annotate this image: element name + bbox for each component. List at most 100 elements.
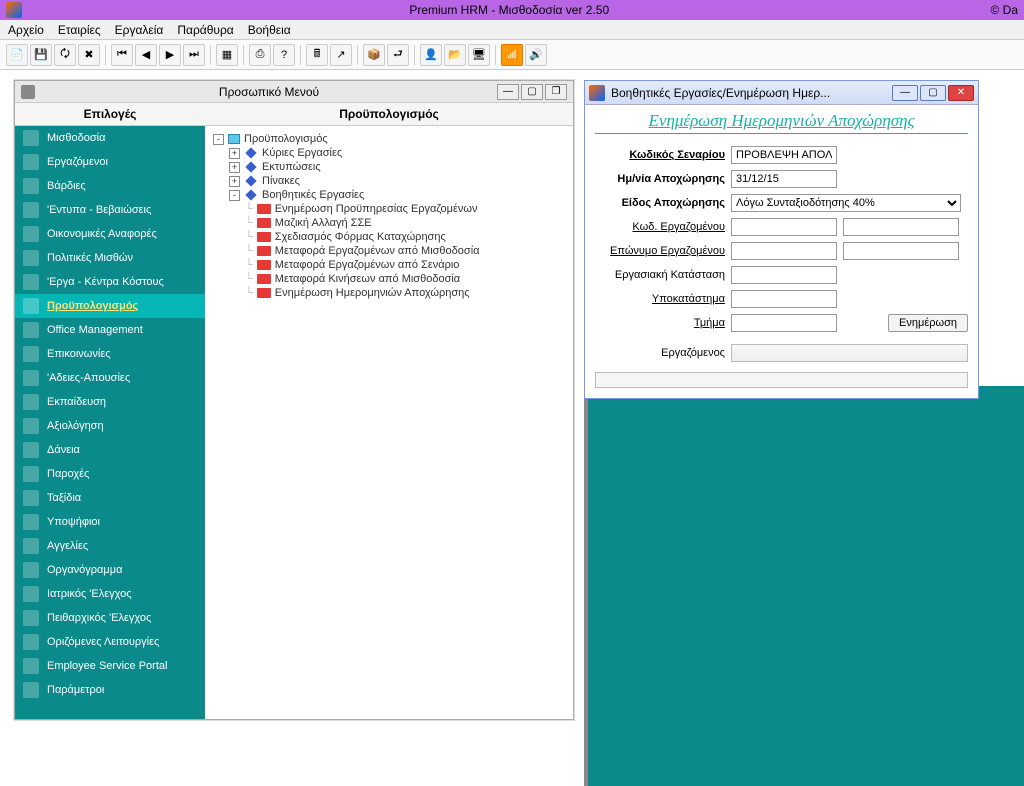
menu-tools[interactable]: Εργαλεία [115, 23, 164, 37]
dept-input[interactable] [731, 314, 837, 332]
sidebar-item-label: Προϋπολογισμός [47, 300, 138, 312]
empname-to-input[interactable] [843, 242, 959, 260]
sidebar-item[interactable]: Οριζόμενες Λειτουργίες [15, 630, 205, 654]
sidebar-item[interactable]: Πολιτικές Μισθών [15, 246, 205, 270]
tree-leaf[interactable]: └Μεταφορά Εργαζομένων από Μισθοδοσία [213, 244, 565, 258]
tb-box-icon[interactable]: 📦 [363, 44, 385, 66]
separator [243, 45, 244, 65]
sidebar-item[interactable]: Αγγελίες [15, 534, 205, 558]
minimize-button[interactable]: — [497, 84, 519, 100]
tb-open-icon[interactable]: 📂 [444, 44, 466, 66]
tb-rss-icon[interactable]: 📶 [501, 44, 523, 66]
sidebar-header: Επιλογές [15, 103, 205, 126]
tb-calc-icon[interactable]: 🖩 [306, 44, 328, 66]
tree-leaf[interactable]: └Μεταφορά Κινήσεων από Μισθοδοσία [213, 272, 565, 286]
tree-branch[interactable]: +Εκτυπώσεις [213, 160, 565, 174]
maximize-button[interactable]: ▢ [920, 85, 946, 101]
empcode-to-input[interactable] [843, 218, 959, 236]
sidebar-item[interactable]: Employee Service Portal [15, 654, 205, 678]
tb-refresh-icon[interactable]: 🗘 [54, 44, 76, 66]
sidebar-item[interactable]: Δάνεια [15, 438, 205, 462]
tb-export-icon[interactable]: ↗ [330, 44, 352, 66]
date-input[interactable] [731, 170, 837, 188]
sidebar-item[interactable]: Οικονομικές Αναφορές [15, 222, 205, 246]
tree-leaf[interactable]: └Μεταφορά Εργαζομένων από Σενάριο [213, 258, 565, 272]
tb-print-icon[interactable]: ⎙ [249, 44, 271, 66]
sidebar-item[interactable]: 'Εντυπα - Βεβαιώσεις [15, 198, 205, 222]
sidebar-item-icon [23, 490, 39, 506]
tree-root[interactable]: - Προϋπολογισμός [213, 132, 565, 146]
minimize-button[interactable]: — [892, 85, 918, 101]
expand-icon[interactable]: - [229, 190, 240, 201]
sidebar-item[interactable]: Μισθοδοσία [15, 126, 205, 150]
expand-icon[interactable]: + [229, 176, 240, 187]
tb-exit-icon[interactable]: ⮐ [387, 44, 409, 66]
tb-prev-icon[interactable]: ◀ [135, 44, 157, 66]
sidebar-item[interactable]: Office Management [15, 318, 205, 342]
expand-icon[interactable]: + [229, 148, 240, 159]
sidebar-item[interactable]: Υποψήφιοι [15, 510, 205, 534]
restore-button[interactable]: ❐ [545, 84, 567, 100]
tree-branch[interactable]: +Κύριες Εργασίες [213, 146, 565, 160]
tree-leaf-label: Μεταφορά Κινήσεων από Μισθοδοσία [275, 273, 460, 285]
sidebar-item[interactable]: Εργαζόμενοι [15, 150, 205, 174]
scenario-input[interactable] [731, 146, 837, 164]
close-button[interactable]: ✕ [948, 85, 974, 101]
maximize-button[interactable]: ▢ [521, 84, 543, 100]
mdi-area: Προσωπικό Μενού — ▢ ❐ Επιλογές Μισθοδοσί… [0, 70, 1024, 723]
tree-leaf[interactable]: └Μαζική Αλλαγή ΣΣΕ [213, 216, 565, 230]
tree: - Προϋπολογισμός+Κύριες Εργασίες+Εκτυπώσε… [205, 126, 573, 306]
sidebar-item[interactable]: Παράμετροι [15, 678, 205, 702]
tb-delete-icon[interactable]: ✖ [78, 44, 100, 66]
sidebar-item-icon [23, 394, 39, 410]
sidebar-item[interactable]: Οργανόγραμμα [15, 558, 205, 582]
book-icon [257, 232, 271, 242]
tb-user-icon[interactable]: 👤 [420, 44, 442, 66]
type-select[interactable]: Λόγω Συνταξιοδότησης 40% [731, 194, 961, 212]
tb-sound-icon[interactable]: 🔊 [525, 44, 547, 66]
sidebar-item[interactable]: Προϋπολογισμός [15, 294, 205, 318]
sidebar-item[interactable]: Βάρδιες [15, 174, 205, 198]
tree-branch[interactable]: -Βοηθητικές Εργασίες [213, 188, 565, 202]
label-workstatus: Εργασιακή Κατάσταση [595, 269, 725, 281]
menu-help[interactable]: Βοήθεια [248, 23, 291, 37]
collapse-icon[interactable]: - [213, 134, 224, 145]
tb-save-icon[interactable]: 💾 [30, 44, 52, 66]
separator [495, 45, 496, 65]
dialog-header[interactable]: Βοηθητικές Εργασίες/Ενημέρωση Ημερ... — … [585, 81, 978, 105]
sidebar-item[interactable]: 'Εργα - Κέντρα Κόστους [15, 270, 205, 294]
sidebar-item[interactable]: Εκπαίδευση [15, 390, 205, 414]
menu-windows[interactable]: Παράθυρα [177, 23, 233, 37]
update-button[interactable]: Ενημέρωση [888, 314, 968, 332]
tb-first-icon[interactable]: ⏮ [111, 44, 133, 66]
tree-branch[interactable]: + Πίνακες [213, 174, 565, 188]
sidebar-item[interactable]: Αξιολόγηση [15, 414, 205, 438]
tree-leaf[interactable]: └Σχεδιασμός Φόρμας Καταχώρησης [213, 230, 565, 244]
sidebar-item[interactable]: Ταξίδια [15, 486, 205, 510]
workstatus-input[interactable] [731, 266, 837, 284]
tb-next-icon[interactable]: ▶ [159, 44, 181, 66]
empcode-from-input[interactable] [731, 218, 837, 236]
empname-from-input[interactable] [731, 242, 837, 260]
tb-last-icon[interactable]: ⏭ [183, 44, 205, 66]
tree-root-label: Προϋπολογισμός [244, 133, 328, 145]
expand-icon[interactable]: + [229, 162, 240, 173]
tb-new-icon[interactable]: 📄 [6, 44, 28, 66]
tb-help-icon[interactable]: ? [273, 44, 295, 66]
menu-file[interactable]: Αρχείο [8, 23, 44, 37]
tree-leaf[interactable]: └Ενημέρωση Προϋπηρεσίας Εργαζομένων [213, 202, 565, 216]
tree-leaf[interactable]: └Ενημέρωση Ημερομηνιών Αποχώρησης [213, 286, 565, 300]
menu-window-header[interactable]: Προσωπικό Μενού — ▢ ❐ [15, 81, 573, 103]
tree-branch-label: Πίνακες [262, 175, 300, 187]
sidebar-item[interactable]: 'Αδειες-Απουσίες [15, 366, 205, 390]
sidebar-item[interactable]: Πειθαρχικός 'Ελεγχος [15, 606, 205, 630]
separator [210, 45, 211, 65]
menu-companies[interactable]: Εταιρίες [58, 23, 101, 37]
tb-screen-icon[interactable]: 🖥 [468, 44, 490, 66]
sidebar-item[interactable]: Παροχές [15, 462, 205, 486]
sidebar-item[interactable]: Ιατρικός 'Ελεγχος [15, 582, 205, 606]
tb-layout-icon[interactable]: ▦ [216, 44, 238, 66]
sidebar-item[interactable]: Επικοινωνίες [15, 342, 205, 366]
sidebar-item-icon [23, 154, 39, 170]
branch-input[interactable] [731, 290, 837, 308]
